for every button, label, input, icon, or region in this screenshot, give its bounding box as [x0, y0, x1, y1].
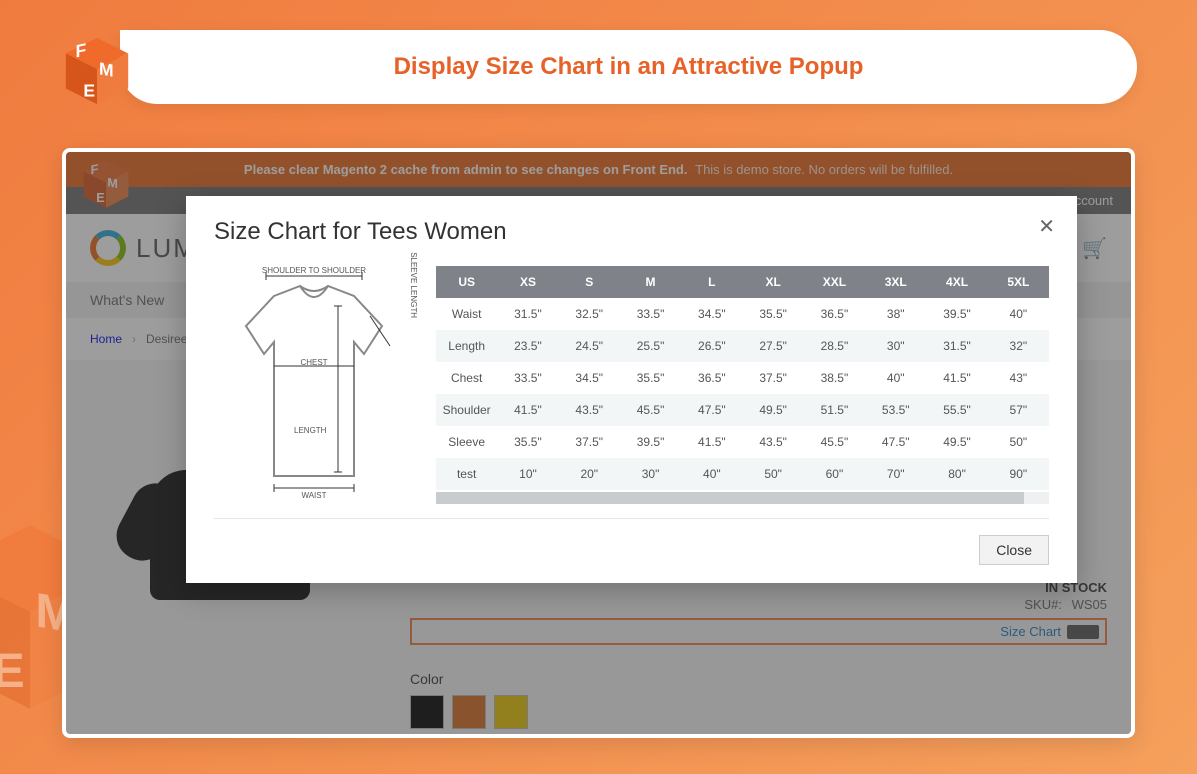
cell: 10" [497, 458, 558, 490]
cell: 27.5" [742, 330, 803, 362]
cell: 49.5" [742, 394, 803, 426]
cell: 55.5" [926, 394, 987, 426]
cell: 40" [988, 298, 1049, 330]
cell: 45.5" [804, 426, 865, 458]
cell: 43.5" [742, 426, 803, 458]
col-xxl: XXL [804, 266, 865, 298]
cell: 31.5" [926, 330, 987, 362]
cell: 26.5" [681, 330, 742, 362]
cell: 32" [988, 330, 1049, 362]
row-label: Shoulder [436, 394, 497, 426]
cell: 41.5" [497, 394, 558, 426]
col-xs: XS [497, 266, 558, 298]
size-chart-modal: Size Chart for Tees Women ✕ [186, 196, 1077, 583]
cell: 41.5" [681, 426, 742, 458]
cell: 40" [681, 458, 742, 490]
table-row: Shoulder41.5"43.5"45.5"47.5"49.5"51.5"53… [436, 394, 1049, 426]
screenshot-frame: Please clear Magento 2 cache from admin … [62, 148, 1135, 738]
col-5xl: 5XL [988, 266, 1049, 298]
cell: 37.5" [559, 426, 620, 458]
cell: 51.5" [804, 394, 865, 426]
cell: 57" [988, 394, 1049, 426]
cell: 34.5" [559, 362, 620, 394]
cell: 53.5" [865, 394, 926, 426]
cell: 50" [742, 458, 803, 490]
cell: 35.5" [742, 298, 803, 330]
size-chart-table-wrap: USXSSMLXLXXL3XL4XL5XL Waist31.5"32.5"33.… [436, 266, 1049, 506]
row-label: Chest [436, 362, 497, 394]
cell: 50" [988, 426, 1049, 458]
col-3xl: 3XL [865, 266, 926, 298]
modal-title: Size Chart for Tees Women [214, 218, 1049, 246]
table-row: Length23.5"24.5"25.5"26.5"27.5"28.5"30"3… [436, 330, 1049, 362]
cell: 37.5" [742, 362, 803, 394]
col-m: M [620, 266, 681, 298]
col-xl: XL [742, 266, 803, 298]
tshirt-diagram: SHOULDER TO SHOULDER CHEST LENGTH SLEEVE… [214, 266, 414, 506]
cell: 38.5" [804, 362, 865, 394]
diagram-sleeve-label: SLEEVE LENGTH [409, 252, 418, 318]
cell: 23.5" [497, 330, 558, 362]
fme-logo [58, 32, 136, 115]
cell: 28.5" [804, 330, 865, 362]
table-row: test10"20"30"40"50"60"70"80"90" [436, 458, 1049, 490]
close-button[interactable]: Close [979, 535, 1049, 565]
col-l: L [681, 266, 742, 298]
cell: 80" [926, 458, 987, 490]
cell: 33.5" [497, 362, 558, 394]
cell: 39.5" [926, 298, 987, 330]
cell: 24.5" [559, 330, 620, 362]
table-row: Waist31.5"32.5"33.5"34.5"35.5"36.5"38"39… [436, 298, 1049, 330]
cell: 33.5" [620, 298, 681, 330]
table-row: Chest33.5"34.5"35.5"36.5"37.5"38.5"40"41… [436, 362, 1049, 394]
cell: 45.5" [620, 394, 681, 426]
cell: 36.5" [804, 298, 865, 330]
horizontal-scrollbar[interactable] [436, 492, 1049, 504]
diagram-waist-label: WAIST [214, 491, 414, 500]
cell: 47.5" [681, 394, 742, 426]
cell: 35.5" [620, 362, 681, 394]
cell: 38" [865, 298, 926, 330]
cell: 30" [865, 330, 926, 362]
col-4xl: 4XL [926, 266, 987, 298]
cell: 25.5" [620, 330, 681, 362]
cell: 32.5" [559, 298, 620, 330]
cell: 34.5" [681, 298, 742, 330]
close-icon[interactable]: ✕ [1038, 214, 1055, 239]
cell: 70" [865, 458, 926, 490]
cell: 43.5" [559, 394, 620, 426]
cell: 60" [804, 458, 865, 490]
diagram-shoulder-label: SHOULDER TO SHOULDER [214, 266, 414, 275]
row-label: Length [436, 330, 497, 362]
col-s: S [559, 266, 620, 298]
cell: 43" [988, 362, 1049, 394]
cell: 30" [620, 458, 681, 490]
size-chart-table: USXSSMLXLXXL3XL4XL5XL Waist31.5"32.5"33.… [436, 266, 1049, 490]
cell: 40" [865, 362, 926, 394]
row-label: test [436, 458, 497, 490]
row-label: Sleeve [436, 426, 497, 458]
hero-title: Display Size Chart in an Attractive Popu… [394, 53, 864, 81]
diagram-length-label: LENGTH [294, 426, 326, 435]
cell: 35.5" [497, 426, 558, 458]
cell: 36.5" [681, 362, 742, 394]
diagram-chest-label: CHEST [214, 358, 414, 367]
cell: 47.5" [865, 426, 926, 458]
cell: 49.5" [926, 426, 987, 458]
row-label: Waist [436, 298, 497, 330]
hero-banner: Display Size Chart in an Attractive Popu… [120, 30, 1137, 104]
cell: 31.5" [497, 298, 558, 330]
cell: 20" [559, 458, 620, 490]
table-row: Sleeve35.5"37.5"39.5"41.5"43.5"45.5"47.5… [436, 426, 1049, 458]
cell: 90" [988, 458, 1049, 490]
cell: 39.5" [620, 426, 681, 458]
cell: 41.5" [926, 362, 987, 394]
col-us: US [436, 266, 497, 298]
